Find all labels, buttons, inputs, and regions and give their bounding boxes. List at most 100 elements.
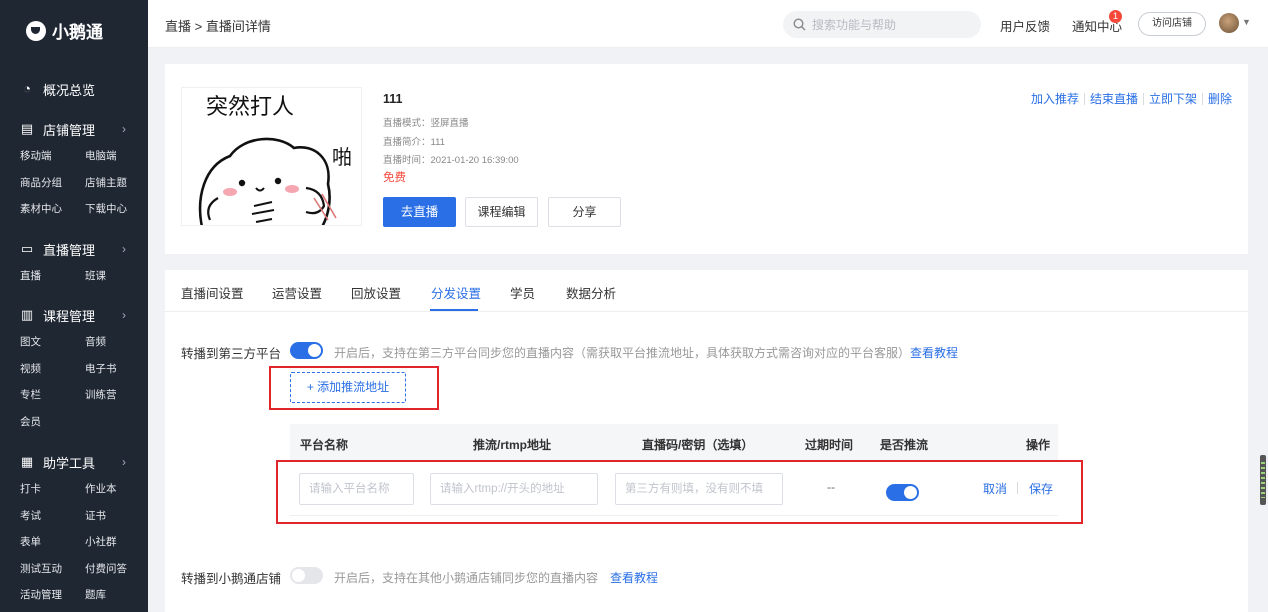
search-input[interactable] [812,17,972,32]
nav-group-tools: ▦ 助学工具 › 打卡 作业本 考试 证书 表单 小社群 测试互动 付费问答 活… [0,452,148,609]
live-info-card: 突然打人 啪 111 直播模式：竖屏直播 直播简介：111 直播时间：2021-… [165,64,1248,254]
column-header-key: 直播码/密钥（选填） [642,438,754,452]
take-down-link[interactable]: 立即下架 [1149,90,1197,107]
scrollbar-grip [1261,462,1265,498]
nav-subitem-column[interactable]: 专栏 [20,382,85,409]
nav-subitem-download[interactable]: 下载中心 [85,196,150,223]
live-time: 直播时间：2021-01-20 16:39:00 [383,155,519,166]
third-party-tutorial-link[interactable]: 查看教程 [910,344,958,361]
nav-subitem-pc[interactable]: 电脑端 [85,143,150,170]
toggle-knob [292,569,305,582]
third-party-label: 转播到第三方平台 [181,347,282,361]
live-price: 免费 [383,172,406,184]
nav-subitem-paid-qa[interactable]: 付费问答 [85,556,150,583]
nav-group-store: ▤ 店铺管理 › 移动端 电脑端 商品分组 店铺主题 素材中心 下载中心 [0,119,148,223]
tab-operation-settings[interactable]: 运营设置 [272,283,322,302]
visit-store-button[interactable]: 访问店铺 [1138,12,1206,36]
search-icon [793,18,806,31]
nav-item-store[interactable]: ▤ 店铺管理 › [0,119,148,139]
nav-subitem-store-theme[interactable]: 店铺主题 [85,170,150,197]
nav-item-overview[interactable]: ◔ 概况总览 [0,79,148,99]
save-link[interactable]: 保存 [1029,480,1053,497]
divider [1142,92,1144,105]
stream-key-input[interactable] [615,473,783,505]
live-cover-image: 突然打人 啪 [181,87,362,226]
toggle-knob [308,344,321,357]
divider [1017,482,1018,494]
live-icon: ▭ [20,241,34,256]
delete-link[interactable]: 删除 [1208,90,1232,107]
xiaoe-store-toggle[interactable] [290,567,323,584]
column-header-push: 是否推流 [880,438,929,452]
add-recommend-link[interactable]: 加入推荐 [1031,90,1079,107]
nav-subitem-checkin[interactable]: 打卡 [20,476,85,503]
breadcrumb: 直播 > 直播间详情 [165,19,271,34]
nav-subitem-material[interactable]: 素材中心 [20,196,85,223]
brand-logo[interactable]: 小鹅通 [26,18,103,43]
tab-live-room-settings[interactable]: 直播间设置 [181,283,244,302]
settings-card: 直播间设置 运营设置 回放设置 分发设置 学员 数据分析 转播到第三方平台 开启… [165,270,1248,612]
xiaoe-store-hint: 开启后，支持在其他小鹅通店铺同步您的直播内容 [334,571,599,585]
go-live-button[interactable]: 去直播 [383,197,456,227]
nav-subitem-member[interactable]: 会员 [20,409,85,436]
nav-item-label: 课程管理 [43,308,96,324]
platform-name-input[interactable] [299,473,414,505]
nav-subitem-article[interactable]: 图文 [20,329,85,356]
notification-badge: 1 [1109,10,1122,23]
tab-bar: 直播间设置 运营设置 回放设置 分发设置 学员 数据分析 [165,270,1248,312]
tab-distribution-settings[interactable]: 分发设置 [431,283,481,302]
cover-text-top: 突然打人 [206,95,294,120]
nav-subitem-product-group[interactable]: 商品分组 [20,170,85,197]
cover-text-side: 啪 [332,145,352,169]
nav-subitem-mobile[interactable]: 移动端 [20,143,85,170]
nav-subitem-question-bank[interactable]: 题库 [85,582,150,609]
tab-students[interactable]: 学员 [510,283,535,302]
search-box[interactable] [783,11,981,38]
nav-item-label: 助学工具 [43,455,96,471]
tab-data-analysis[interactable]: 数据分析 [566,283,616,302]
push-stream-toggle[interactable] [886,484,919,501]
add-stream-url-button[interactable]: + 添加推流地址 [290,372,406,403]
live-intro: 直播简介：111 [383,137,445,148]
nav-subitem-class[interactable]: 班课 [85,263,150,290]
nav-item-course[interactable]: ▥ 课程管理 › [0,305,148,325]
cancel-link[interactable]: 取消 [983,480,1007,497]
chevron-right-icon: › [122,122,126,136]
feedback-link[interactable]: 用户反馈 [1000,16,1050,35]
nav-subitem-community[interactable]: 小社群 [85,529,150,556]
stream-table-header: 平台名称 推流/rtmp地址 直播码/密钥（选填） 过期时间 是否推流 操作 [290,424,1058,460]
nav-item-tools[interactable]: ▦ 助学工具 › [0,452,148,472]
cover-illustration: 突然打人 啪 [182,88,361,225]
end-live-link[interactable]: 结束直播 [1090,90,1138,107]
divider [1201,92,1203,105]
nav-subitem-homework[interactable]: 作业本 [85,476,150,503]
edit-course-button[interactable]: 课程编辑 [465,197,538,227]
third-party-hint: 开启后，支持在第三方平台同步您的直播内容（需获取平台推流地址，具体获取方式需咨询… [334,346,911,360]
column-header-actions: 操作 [1026,438,1051,452]
nav-subitem-live[interactable]: 直播 [20,263,85,290]
xiaoe-store-tutorial-link[interactable]: 查看教程 [610,569,658,586]
table-row: -- 取消 保存 [290,460,1058,516]
share-button[interactable]: 分享 [548,197,621,227]
toggle-knob [904,486,917,499]
tab-playback-settings[interactable]: 回放设置 [351,283,401,302]
nav-subitem-camp[interactable]: 训练营 [85,382,150,409]
nav-subitem-certificate[interactable]: 证书 [85,503,150,530]
nav-item-label: 概况总览 [43,82,96,98]
nav-subitem-ebook[interactable]: 电子书 [85,356,150,383]
nav-item-label: 店铺管理 [43,122,96,138]
nav-subitem-audio[interactable]: 音频 [85,329,150,356]
nav-subitem-activity[interactable]: 活动管理 [20,582,85,609]
third-party-toggle[interactable] [290,342,323,359]
nav-subitem-form[interactable]: 表单 [20,529,85,556]
nav-item-live[interactable]: ▭ 直播管理 › [0,239,148,259]
nav-subitem-video[interactable]: 视频 [20,356,85,383]
rtmp-url-input[interactable] [430,473,598,505]
avatar[interactable] [1219,13,1239,33]
nav-subitem-quiz[interactable]: 测试互动 [20,556,85,583]
course-icon: ▥ [20,307,34,322]
caret-down-icon[interactable]: ▼ [1242,17,1251,27]
nav-subitem-exam[interactable]: 考试 [20,503,85,530]
column-header-rtmp: 推流/rtmp地址 [473,438,552,452]
active-tab-indicator [430,309,478,311]
